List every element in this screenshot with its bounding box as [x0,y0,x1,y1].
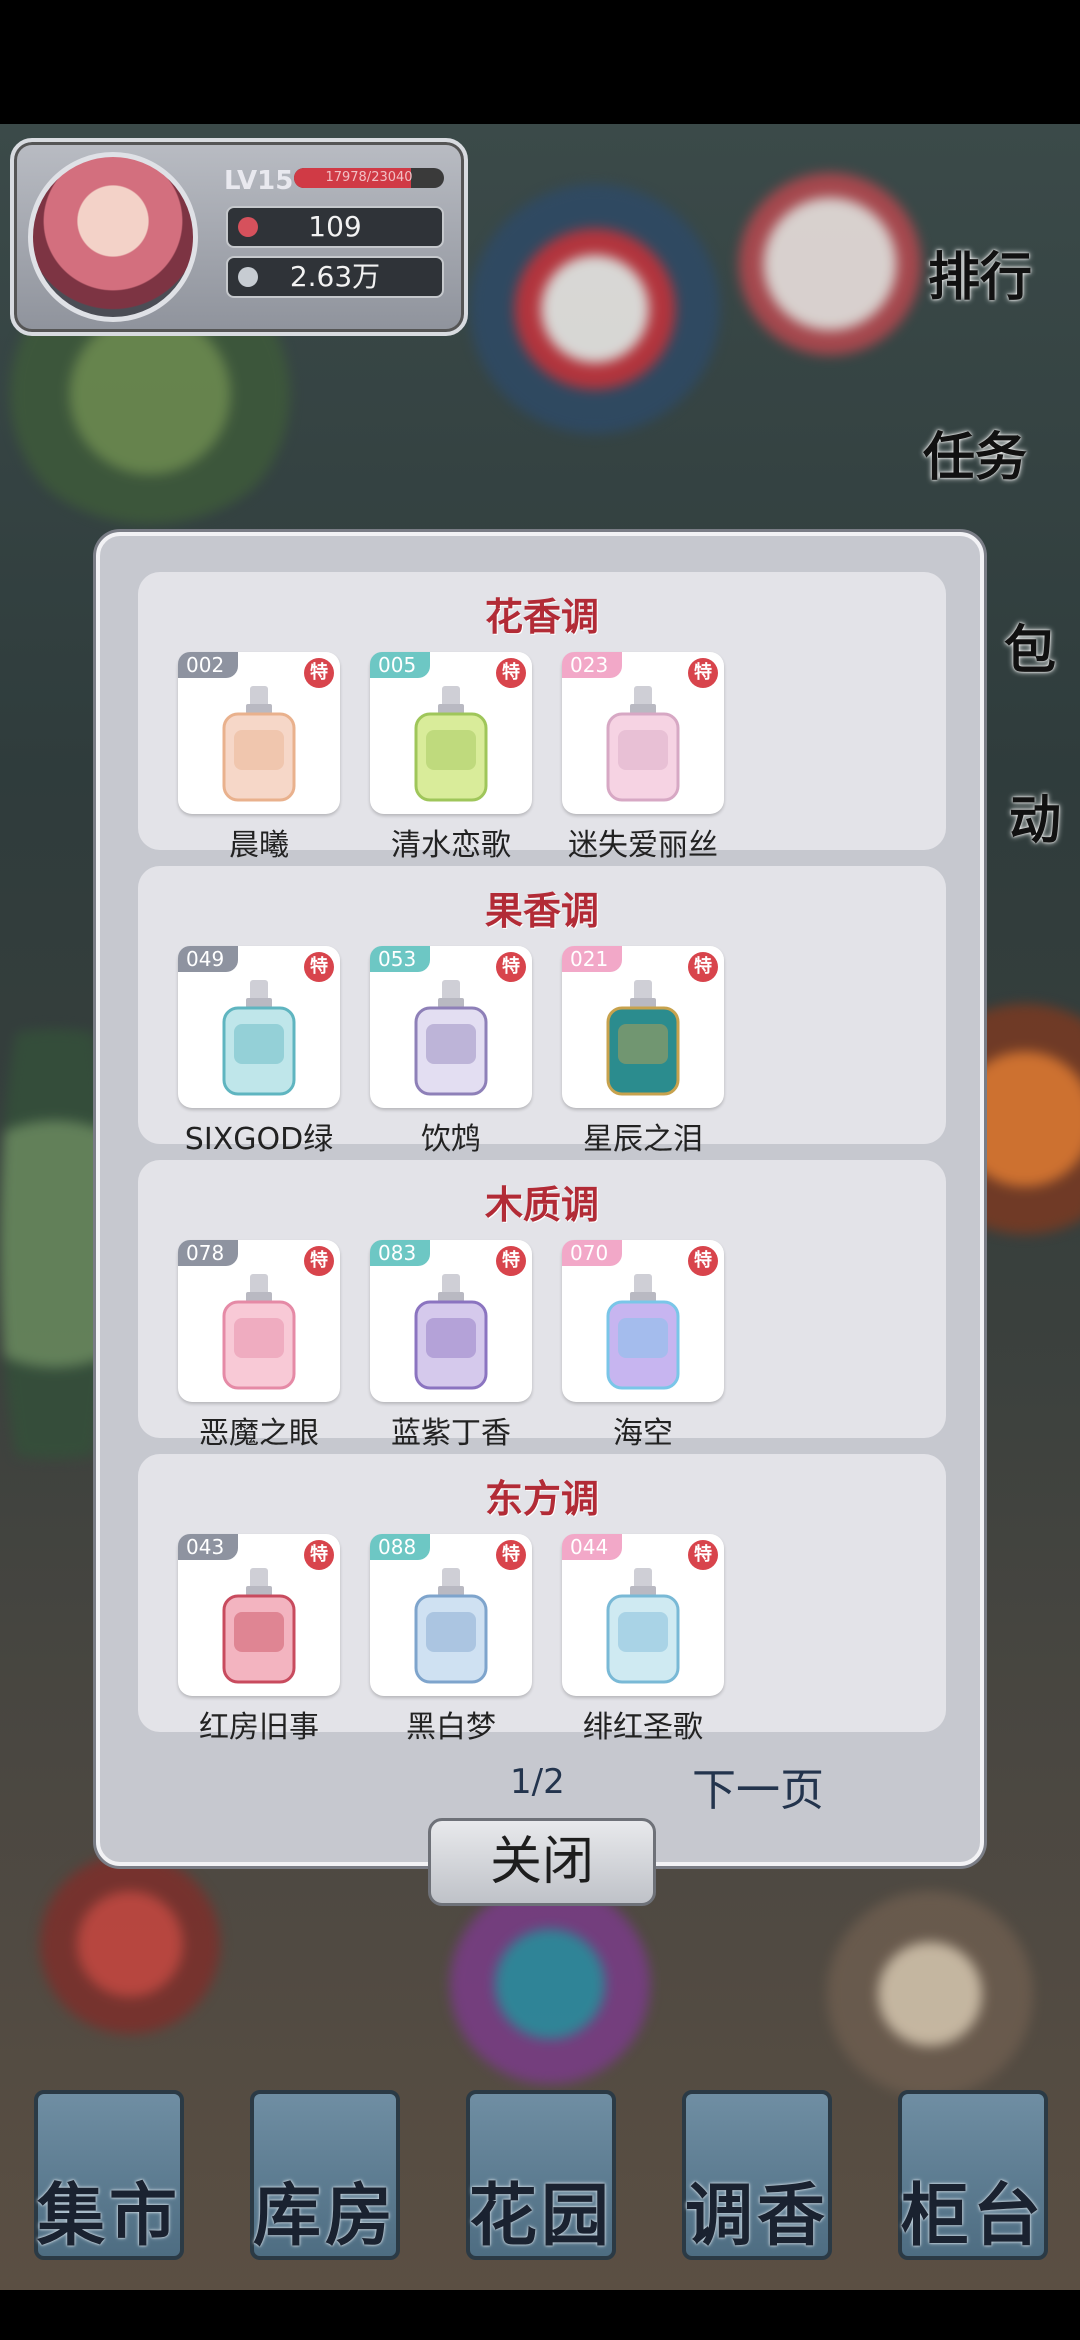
special-badge: 特 [496,658,526,688]
page-indicator: 1/2 [510,1762,565,1802]
perfume-card[interactable]: 083 特 [370,1240,532,1402]
perfume-name: 红房旧事 [199,1710,319,1745]
perfume-card[interactable]: 043 特 [178,1534,340,1696]
perfume-number: 044 [562,1534,623,1560]
perfume-number: 023 [562,652,623,678]
section-title: 东方调 [484,1476,599,1521]
perfume-name: 恶魔之眼 [199,1416,319,1451]
perfume-name: 晨曦 [229,828,289,863]
section-title: 木质调 [484,1182,599,1227]
nav-blend-label[interactable]: 调香 [652,2160,862,2259]
perfume-name: SIXGOD绿 [184,1122,334,1157]
perfume-card[interactable]: 002 特 [178,652,340,814]
perfume-number: 005 [370,652,431,678]
section-3: 木质调 078 特恶魔之眼 083 特蓝紫丁香 070 特海空 [138,1160,946,1451]
perfume-item[interactable]: 044 特绯红圣歌 [562,1534,724,1746]
currency-petals-value: 109 [308,210,362,243]
xp-text: 17978/23040 [325,170,413,185]
perfume-name: 绯红圣歌 [583,1710,703,1745]
special-badge: 特 [304,1540,334,1570]
special-badge: 特 [496,1246,526,1276]
perfume-collection-modal: 1/2 下一页 花香调 002 特晨曦 005 特清水恋歌 023 特迷失爱丽丝 果香调 049… [96,532,984,1866]
section-title: 果香调 [484,888,599,933]
perfume-item[interactable]: 088 特黑白梦 [370,1534,532,1746]
perfume-name: 星辰之泪 [583,1122,703,1157]
next-page-button[interactable]: 下一页 [692,1754,824,1818]
special-badge: 特 [688,658,718,688]
xp-bar: 17978/23040 [294,168,444,188]
perfume-number: 049 [178,946,239,972]
nav-market-label[interactable]: 集市 [4,2160,214,2259]
perfume-card[interactable]: 088 特 [370,1534,532,1696]
perfume-item[interactable]: 053 特饮鸩 [370,946,532,1158]
perfume-name: 饮鸩 [421,1122,481,1157]
perfume-card[interactable]: 070 特 [562,1240,724,1402]
section-4: 东方调 043 特红房旧事 088 特黑白梦 044 特绯红圣歌 [138,1454,946,1745]
close-button[interactable]: 关闭 [428,1818,656,1906]
perfume-number: 078 [178,1240,239,1266]
perfume-item[interactable]: 005 特清水恋歌 [370,652,532,864]
section-2: 果香调 049 特 SIXGOD绿 053 特饮鸩 021 特星辰之泪 [138,866,946,1157]
perfume-name: 迷失爱丽丝 [568,828,718,863]
perfume-name: 黑白梦 [406,1710,496,1745]
perfume-card[interactable]: 053 特 [370,946,532,1108]
special-badge: 特 [496,1540,526,1570]
perfume-item[interactable]: 049 特 SIXGOD绿 [178,946,340,1158]
gesture-bar [0,2290,1080,2340]
perfume-card[interactable]: 005 特 [370,652,532,814]
perfume-number: 053 [370,946,431,972]
perfume-name: 海空 [613,1416,673,1451]
nav-garden-label[interactable]: 花园 [436,2160,646,2259]
perfume-card[interactable]: 049 特 [178,946,340,1108]
perfume-card[interactable]: 023 特 [562,652,724,814]
special-badge: 特 [688,1246,718,1276]
special-badge: 特 [496,952,526,982]
side-bag-button[interactable]: 包 [970,608,1080,683]
special-badge: 特 [688,1540,718,1570]
side-event-button[interactable]: 动 [975,778,1080,853]
player-level: LV15 [224,166,294,196]
perfume-item[interactable]: 002 特晨曦 [178,652,340,864]
nav-counter-label[interactable]: 柜台 [868,2160,1078,2259]
perfume-number: 043 [178,1534,239,1560]
currency-leaves: 2.63万 [226,256,444,298]
perfume-item[interactable]: 078 特恶魔之眼 [178,1240,340,1452]
side-task-button[interactable]: 任务 [915,415,1035,490]
status-bar [0,0,1080,124]
leaf-icon [238,267,258,287]
perfume-item[interactable]: 043 特红房旧事 [178,1534,340,1746]
special-badge: 特 [304,952,334,982]
perfume-number: 088 [370,1534,431,1560]
side-ranking-button[interactable]: 排行 [920,235,1040,310]
petal-icon [238,217,258,237]
perfume-item[interactable]: 023 特迷失爱丽丝 [562,652,724,864]
perfume-card[interactable]: 078 特 [178,1240,340,1402]
special-badge: 特 [304,658,334,688]
perfume-item[interactable]: 083 特蓝紫丁香 [370,1240,532,1452]
section-1: 花香调 002 特晨曦 005 特清水恋歌 023 特迷失爱丽丝 [138,572,946,863]
special-badge: 特 [688,952,718,982]
perfume-card[interactable]: 044 特 [562,1534,724,1696]
perfume-number: 083 [370,1240,431,1266]
player-avatar[interactable] [28,152,198,322]
perfume-name: 清水恋歌 [391,828,511,863]
section-title: 花香调 [484,594,599,639]
nav-warehouse-label[interactable]: 库房 [220,2160,430,2259]
perfume-number: 070 [562,1240,623,1266]
perfume-item[interactable]: 021 特星辰之泪 [562,946,724,1158]
perfume-name: 蓝紫丁香 [391,1416,511,1451]
perfume-number: 021 [562,946,623,972]
perfume-item[interactable]: 070 特海空 [562,1240,724,1452]
perfume-number: 002 [178,652,239,678]
player-card[interactable]: LV15 17978/23040 109 2.63万 [10,138,468,336]
currency-leaves-value: 2.63万 [289,260,381,293]
currency-petals: 109 [226,206,444,248]
special-badge: 特 [304,1246,334,1276]
perfume-card[interactable]: 021 特 [562,946,724,1108]
